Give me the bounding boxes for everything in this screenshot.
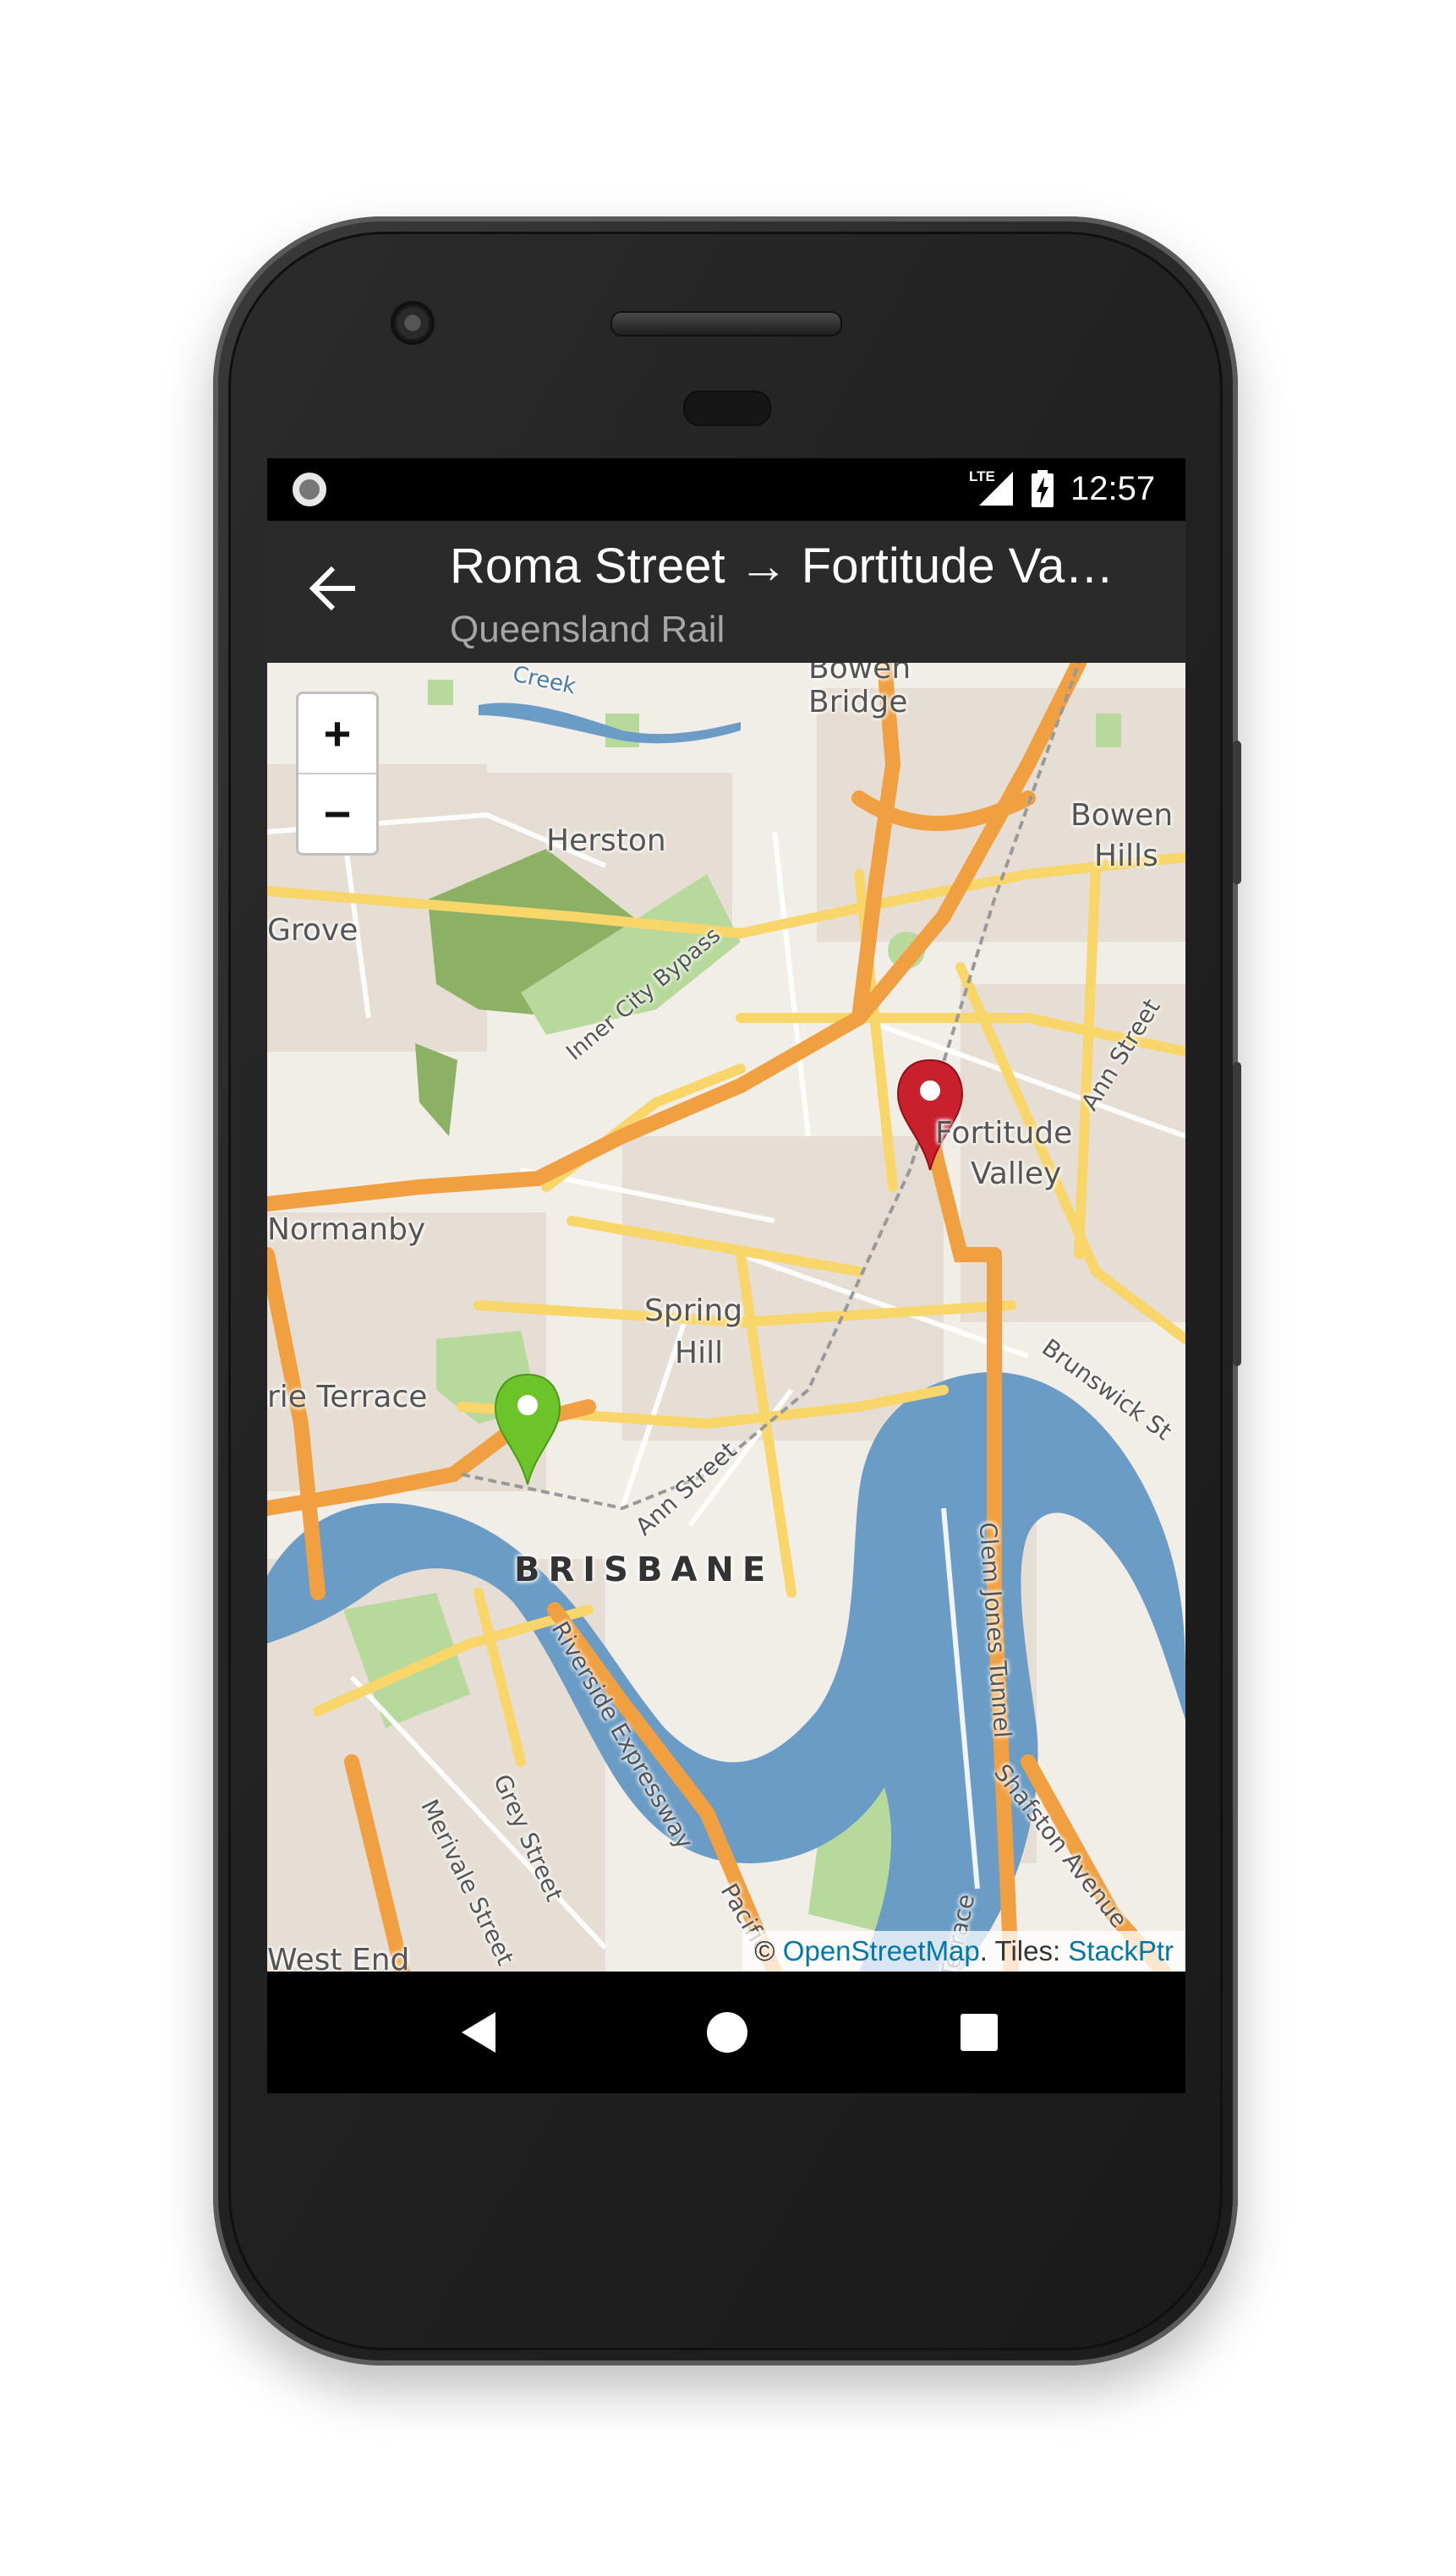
label-bowen-bridge-2: Bridge	[808, 685, 908, 719]
zoom-control: + −	[296, 692, 379, 856]
battery-charging-icon	[1032, 470, 1054, 507]
front-camera	[391, 301, 435, 345]
home-circle-icon[interactable]	[700, 2005, 754, 2059]
label-west-end: West End	[267, 1943, 410, 1972]
label-grove: Grove	[267, 913, 359, 948]
map-view[interactable]: Bowen Bridge Creek Herston Bowen Hills G…	[267, 663, 1185, 1972]
page-title: Roma Street → Fortitude Va…	[450, 539, 1114, 593]
power-button	[1233, 741, 1241, 884]
clock: 12:57	[1070, 470, 1156, 507]
tiles-text: . Tiles:	[979, 1935, 1061, 1966]
earpiece-speaker	[610, 311, 842, 336]
label-terrace: rie Terrace	[267, 1380, 428, 1414]
phone-screen: LTE 12:57 Roma Street → Fortitude Va… Qu…	[267, 458, 1185, 2093]
app-bar: Roma Street → Fortitude Va… Queensland R…	[267, 521, 1185, 663]
openstreetmap-link[interactable]: OpenStreetMap	[783, 1935, 980, 1966]
label-spring-hill-2: Hill	[675, 1336, 724, 1370]
label-brisbane: BRISBANE	[514, 1551, 775, 1589]
copyright-symbol: ©	[754, 1935, 775, 1966]
label-spring-hill: Spring	[644, 1293, 743, 1328]
label-bowen-hills-2: Hills	[1094, 839, 1158, 873]
back-triangle-icon[interactable]	[453, 2005, 507, 2059]
zoom-out-button[interactable]: −	[298, 774, 376, 853]
zoom-in-button[interactable]: +	[298, 694, 376, 774]
proximity-sensor	[683, 391, 771, 426]
signal-icon	[979, 472, 1013, 506]
label-bowen-hills: Bowen	[1070, 798, 1174, 833]
label-bowen-bridge: Bowen	[808, 663, 911, 686]
label-normanby: Normanby	[267, 1212, 426, 1247]
arrow-back-icon[interactable]	[301, 555, 369, 622]
notification-dot-icon	[293, 473, 326, 506]
label-herston: Herston	[546, 823, 666, 858]
page-subtitle: Queensland Rail	[450, 609, 725, 650]
navigation-bar	[267, 1972, 1185, 2093]
map-attribution: © OpenStreetMap. Tiles: StackPtr	[742, 1931, 1185, 1972]
status-bar: LTE 12:57	[267, 458, 1185, 521]
label-fortitude-valley-2: Valley	[971, 1157, 1062, 1191]
volume-button	[1233, 1062, 1241, 1366]
label-fortitude-valley: Fortitude	[935, 1116, 1073, 1151]
stackptr-link[interactable]: StackPtr	[1068, 1935, 1174, 1966]
recents-square-icon[interactable]	[952, 2005, 1006, 2059]
